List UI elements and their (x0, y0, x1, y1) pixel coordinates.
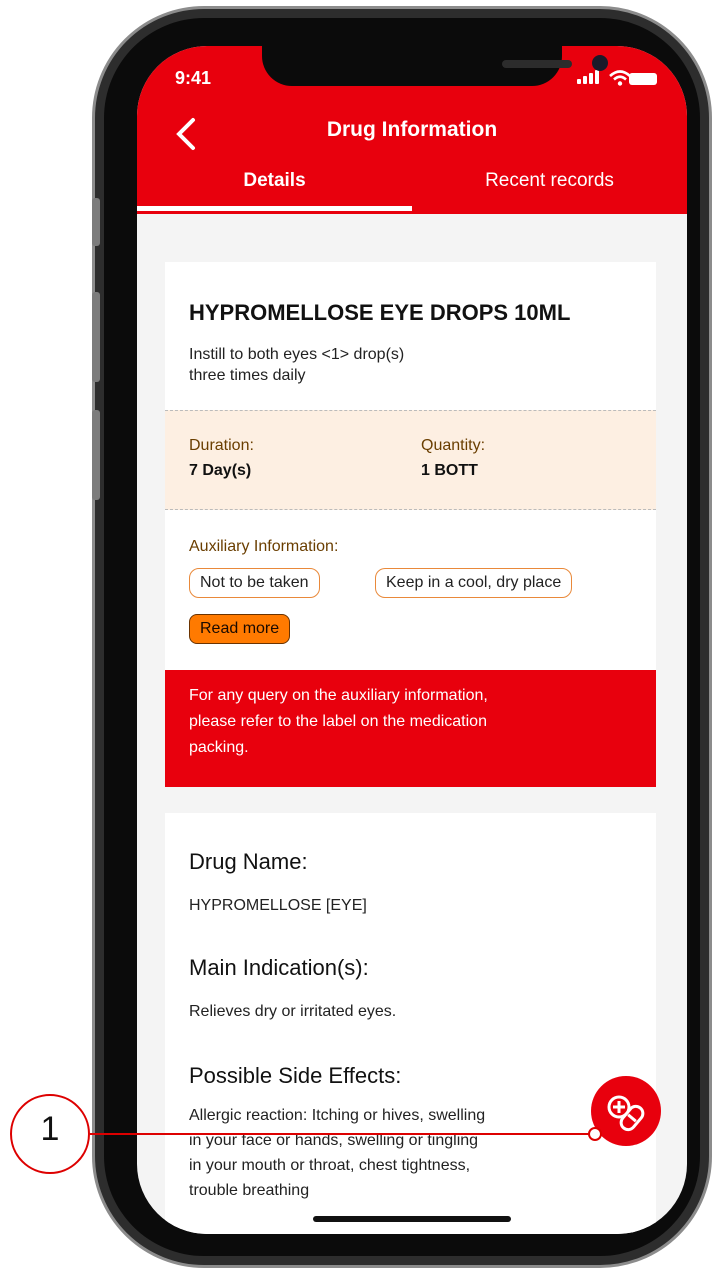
side-effects-text: Allergic reaction: Itching or hives, swe… (189, 1103, 619, 1203)
speaker-grille (502, 60, 572, 68)
auxiliary-info-label: Auxiliary Information: (189, 538, 339, 555)
duration-label: Duration: (189, 437, 254, 454)
side-effects-line: in your mouth or throat, chest tightness… (189, 1157, 471, 1174)
dosage-line: Instill to both eyes <1> drop(s) (189, 346, 405, 363)
drug-name-value: HYPROMELLOSE [EYE] (189, 897, 367, 914)
quantity-label: Quantity: (421, 437, 486, 454)
side-effects-line: Allergic reaction: Itching or hives, swe… (189, 1107, 486, 1124)
mute-switch (92, 198, 100, 246)
signal-bar (583, 76, 587, 84)
dosage-instructions: Instill to both eyes <1> drop(s) three t… (189, 344, 629, 386)
signal-bar (577, 79, 581, 84)
callout-leader-line (90, 1133, 596, 1135)
side-effects-heading: Possible Side Effects: (189, 1063, 402, 1088)
front-camera (592, 55, 608, 71)
notch (262, 46, 608, 86)
side-effects-line: in your face or hands, swelling or tingl… (189, 1132, 479, 1149)
status-icons (577, 68, 657, 88)
duration-value: 7 Day(s) (189, 462, 252, 479)
read-more-button[interactable]: Read more (189, 614, 291, 644)
page-title: Drug Information (326, 118, 498, 141)
indication-value: Relieves dry or irritated eyes. (189, 1003, 397, 1020)
home-indicator (313, 1216, 511, 1222)
wifi-icon (609, 70, 631, 86)
prescription-card: HYPROMELLOSE EYE DROPS 10ML Instill to b… (165, 262, 656, 787)
app-header: 9:41 Drug Information Details Recent rec… (137, 46, 687, 214)
duration-quantity-band: Duration: 7 Day(s) Quantity: 1 BOTT (165, 410, 656, 510)
aux-chip: Not to be taken (189, 568, 320, 598)
drug-details-card: Drug Name: HYPROMELLOSE [EYE] Main Indic… (165, 813, 656, 1234)
status-time: 9:41 (175, 68, 212, 88)
app-screen: 9:41 Drug Information Details Recent rec… (137, 46, 687, 1234)
notice-line: packing. (189, 739, 249, 756)
dosage-line: three times daily (189, 367, 306, 384)
drug-name-heading: Drug Name: (189, 849, 308, 874)
aux-chip: Keep in a cool, dry place (375, 568, 573, 598)
callout-anchor-dot (588, 1127, 602, 1141)
signal-bar (595, 70, 599, 84)
battery-icon (629, 73, 657, 85)
callout-number: 1 (40, 1110, 60, 1148)
signal-bar (589, 73, 593, 84)
notice-line: For any query on the auxiliary informati… (189, 687, 488, 704)
drug-title: HYPROMELLOSE EYE DROPS 10ML (189, 300, 571, 325)
auxiliary-notice: For any query on the auxiliary informati… (165, 670, 656, 787)
volume-down-button (92, 410, 100, 500)
quantity-value: 1 BOTT (421, 462, 478, 479)
indication-heading: Main Indication(s): (189, 955, 369, 980)
side-effects-line: trouble breathing (189, 1182, 310, 1199)
tab-details[interactable]: Details (137, 170, 412, 192)
notice-line: please refer to the label on the medicat… (189, 713, 487, 730)
volume-up-button (92, 292, 100, 382)
tab-recent-records[interactable]: Recent records (412, 170, 687, 192)
active-tab-indicator (137, 206, 412, 211)
